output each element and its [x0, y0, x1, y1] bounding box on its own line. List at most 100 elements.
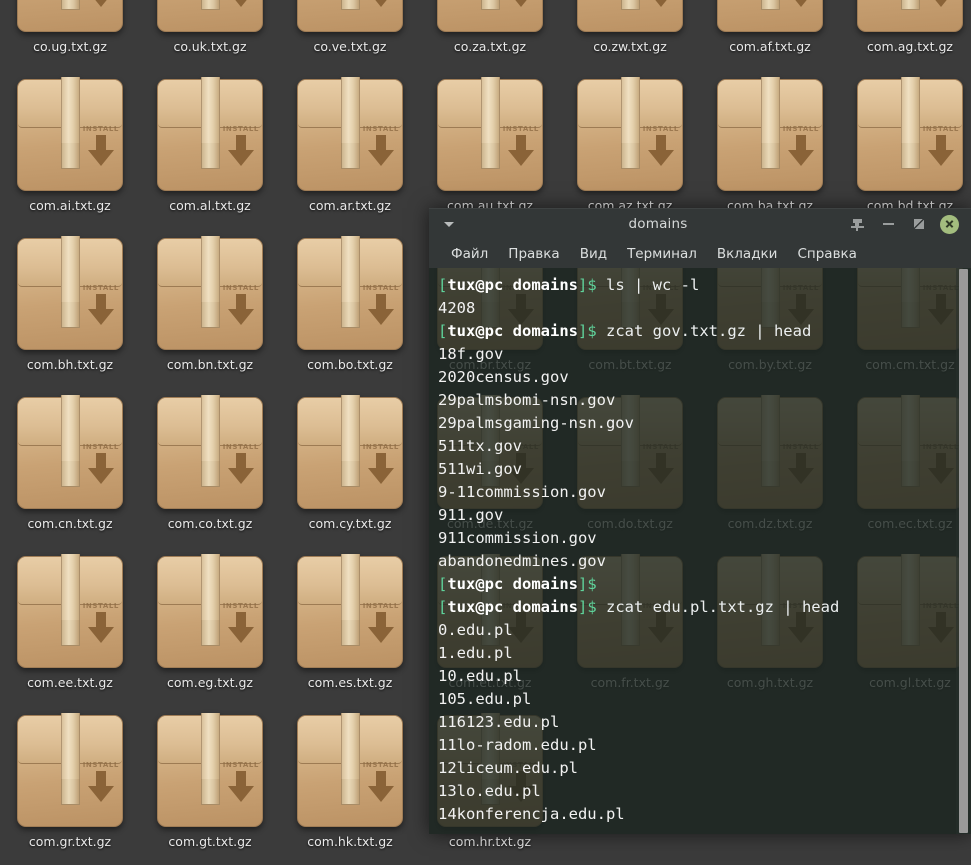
- menu-bar: Файл Правка Вид Терминал Вкладки Справка: [429, 239, 971, 268]
- window-menu-button[interactable]: [429, 221, 469, 227]
- menu-item-5[interactable]: Справка: [787, 243, 866, 265]
- menu-item-4[interactable]: Вкладки: [707, 243, 788, 265]
- package-archive-icon: INSTALL: [295, 234, 405, 352]
- desktop-file-icon[interactable]: INSTALL com.ba.txt.gz: [700, 70, 840, 229]
- desktop-file-icon[interactable]: INSTALL com.hk.txt.gz: [280, 706, 420, 865]
- terminal-output-line: 511wi.gov: [438, 460, 522, 478]
- terminal-scrollbar[interactable]: [956, 268, 971, 834]
- desktop-file-icon[interactable]: INSTALL com.af.txt.gz: [700, 0, 840, 70]
- terminal-prompt-line: [tux@pc domains]$ zcat gov.txt.gz | head: [438, 322, 812, 340]
- desktop-file-label: co.za.txt.gz: [453, 39, 527, 54]
- desktop-file-label: com.hr.txt.gz: [448, 834, 532, 849]
- terminal-output-line: 14konferencja.edu.pl: [438, 805, 625, 823]
- desktop-file-label: com.hk.txt.gz: [307, 834, 393, 849]
- desktop-file-icon[interactable]: INSTALL co.ug.txt.gz: [0, 0, 140, 70]
- desktop-file-label: com.ag.txt.gz: [867, 39, 953, 54]
- desktop-file-icon[interactable]: INSTALL com.ar.txt.gz: [280, 70, 420, 229]
- desktop-file-icon[interactable]: INSTALL com.al.txt.gz: [140, 70, 280, 229]
- package-archive-icon: INSTALL: [15, 75, 125, 193]
- terminal-output: [tux@pc domains]$ ls | wc -l 4208 [tux@pc …: [429, 268, 971, 826]
- desktop-file-icon[interactable]: INSTALL com.gt.txt.gz: [140, 706, 280, 865]
- desktop-file-icon[interactable]: INSTALL co.ve.txt.gz: [280, 0, 420, 70]
- desktop-file-icon[interactable]: INSTALL com.cn.txt.gz: [0, 388, 140, 547]
- desktop-file-icon[interactable]: INSTALL com.ee.txt.gz: [0, 547, 140, 706]
- package-archive-icon: INSTALL: [855, 75, 965, 193]
- terminal-output-line: 18f.gov: [438, 345, 504, 363]
- menu-item-1[interactable]: Правка: [498, 243, 569, 265]
- window-title: domains: [628, 216, 688, 232]
- scrollbar-thumb[interactable]: [959, 269, 968, 833]
- desktop-file-icon[interactable]: INSTALL co.zw.txt.gz: [560, 0, 700, 70]
- desktop-file-icon[interactable]: INSTALL com.es.txt.gz: [280, 547, 420, 706]
- terminal-output-line: 9-11commission.gov: [438, 483, 606, 501]
- package-archive-icon: INSTALL: [15, 552, 125, 670]
- desktop-file-label: com.ai.txt.gz: [29, 198, 111, 213]
- terminal-prompt-line: [tux@pc domains]$ ls | wc -l: [438, 276, 700, 294]
- desktop-file-icon[interactable]: INSTALL com.bn.txt.gz: [140, 229, 280, 388]
- package-archive-icon: INSTALL: [295, 393, 405, 511]
- package-archive-icon: INSTALL: [155, 711, 265, 829]
- desktop-file-icon[interactable]: INSTALL com.bd.txt.gz: [840, 70, 971, 229]
- menu-item-2[interactable]: Вид: [570, 243, 617, 265]
- package-archive-icon: INSTALL: [575, 0, 685, 34]
- terminal-output-line: 1.edu.pl: [438, 644, 513, 662]
- package-archive-icon: INSTALL: [435, 0, 545, 34]
- desktop-file-label: com.al.txt.gz: [169, 198, 251, 213]
- pin-icon: [850, 218, 864, 231]
- terminal-screen[interactable]: [tux@pc domains]$ ls | wc -l 4208 [tux@pc …: [429, 268, 971, 834]
- terminal-output-line: 105.edu.pl: [438, 690, 532, 708]
- keep-above-button[interactable]: [847, 214, 867, 234]
- desktop-file-icon[interactable]: INSTALL com.co.txt.gz: [140, 388, 280, 547]
- desktop-file-icon[interactable]: INSTALL com.gr.txt.gz: [0, 706, 140, 865]
- terminal-output-line: 4208: [438, 299, 476, 317]
- terminal-window[interactable]: domains Файл Правка Вид Терминал Вкладки Спра…: [429, 208, 971, 834]
- package-archive-icon: INSTALL: [155, 0, 265, 34]
- desktop-file-label: com.es.txt.gz: [307, 675, 393, 690]
- package-archive-icon: INSTALL: [575, 75, 685, 193]
- desktop-file-icon[interactable]: INSTALL com.ai.txt.gz: [0, 70, 140, 229]
- desktop-file-icon[interactable]: INSTALL com.ag.txt.gz: [840, 0, 971, 70]
- desktop-file-icon[interactable]: INSTALL com.eg.txt.gz: [140, 547, 280, 706]
- package-archive-icon: INSTALL: [295, 75, 405, 193]
- desktop-file-label: com.eg.txt.gz: [167, 675, 253, 690]
- terminal-output-line: 29palmsbomi-nsn.gov: [438, 391, 616, 409]
- package-archive-icon: INSTALL: [295, 552, 405, 670]
- package-archive-icon: INSTALL: [155, 552, 265, 670]
- package-archive-icon: INSTALL: [155, 393, 265, 511]
- desktop-file-label: com.bh.txt.gz: [26, 357, 114, 372]
- desktop-file-label: com.af.txt.gz: [729, 39, 811, 54]
- desktop-file-label: com.bn.txt.gz: [166, 357, 254, 372]
- menu-item-3[interactable]: Терминал: [617, 243, 707, 265]
- desktop-file-icon[interactable]: INSTALL co.uk.txt.gz: [140, 0, 280, 70]
- desktop-file-label: co.ug.txt.gz: [33, 39, 107, 54]
- terminal-output-line: 2020census.gov: [438, 368, 569, 386]
- minimize-icon: [882, 223, 894, 225]
- title-bar[interactable]: domains: [429, 208, 971, 239]
- terminal-output-line: 11lo-radom.edu.pl: [438, 736, 597, 754]
- terminal-output-line: 12liceum.edu.pl: [438, 759, 578, 777]
- desktop-file-label: com.gt.txt.gz: [168, 834, 252, 849]
- package-archive-icon: INSTALL: [15, 711, 125, 829]
- package-archive-icon: INSTALL: [155, 234, 265, 352]
- terminal-output-line: abandonedmines.gov: [438, 552, 606, 570]
- desktop-file-label: com.bo.txt.gz: [307, 357, 393, 372]
- maximize-button[interactable]: [909, 214, 929, 234]
- chevron-down-icon: [444, 221, 454, 227]
- menu-item-0[interactable]: Файл: [441, 243, 498, 265]
- desktop-file-icon[interactable]: INSTALL co.za.txt.gz: [420, 0, 560, 70]
- desktop-file-icon[interactable]: INSTALL com.az.txt.gz: [560, 70, 700, 229]
- package-archive-icon: INSTALL: [715, 0, 825, 34]
- terminal-output-line: 0.edu.pl: [438, 621, 513, 639]
- desktop-file-label: com.cn.txt.gz: [27, 516, 113, 531]
- window-controls: [847, 214, 971, 234]
- desktop-file-icon[interactable]: INSTALL com.bh.txt.gz: [0, 229, 140, 388]
- desktop-file-icon[interactable]: INSTALL com.au.txt.gz: [420, 70, 560, 229]
- desktop-file-icon[interactable]: INSTALL com.cy.txt.gz: [280, 388, 420, 547]
- package-archive-icon: INSTALL: [295, 0, 405, 34]
- minimize-button[interactable]: [878, 214, 898, 234]
- terminal-output-line: 911.gov: [438, 506, 504, 524]
- desktop-file-label: com.ee.txt.gz: [27, 675, 113, 690]
- desktop-file-label: com.cy.txt.gz: [308, 516, 392, 531]
- desktop-file-icon[interactable]: INSTALL com.bo.txt.gz: [280, 229, 420, 388]
- close-button[interactable]: [940, 214, 959, 234]
